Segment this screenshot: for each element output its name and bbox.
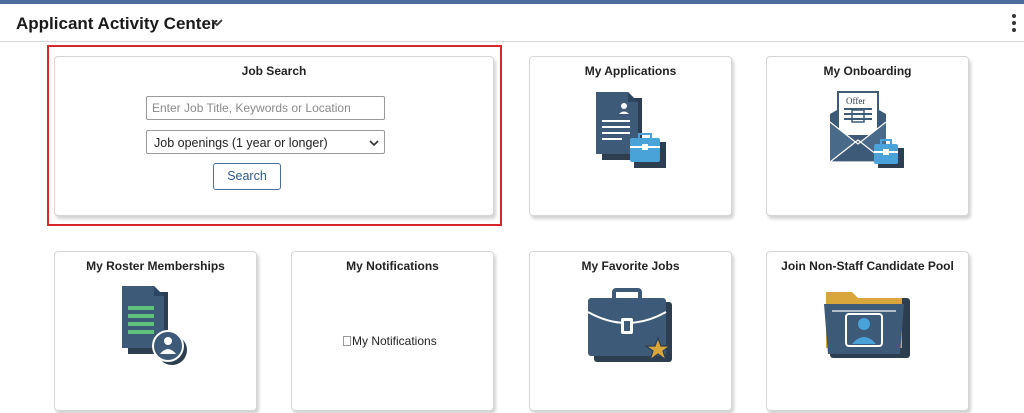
page-title[interactable]: Applicant Activity Center — [16, 14, 218, 34]
offer-text: Offer — [846, 96, 865, 106]
search-button[interactable]: Search — [213, 163, 281, 190]
page-header: Applicant Activity Center — [0, 4, 1024, 42]
job-type-select[interactable]: Job openings (1 year or longer) — [146, 130, 385, 154]
notifications-broken-image: My Notifications — [343, 334, 437, 348]
chevron-down-icon — [369, 140, 379, 147]
job-type-select-value: Job openings (1 year or longer) — [154, 136, 328, 150]
my-notifications-title: My Notifications — [346, 259, 439, 273]
broken-image-icon — [343, 336, 351, 346]
briefcase-star-icon — [587, 288, 672, 362]
my-notifications-tile[interactable]: My Notifications — [291, 251, 494, 411]
my-onboarding-title: My Onboarding — [823, 64, 912, 78]
offer-envelope-icon: Offer — [828, 91, 904, 168]
job-search-input[interactable] — [146, 96, 385, 120]
more-options-icon[interactable] — [1010, 14, 1018, 34]
my-roster-memberships-title: My Roster Memberships — [86, 259, 225, 273]
candidate-folder-icon — [824, 292, 910, 358]
join-candidate-pool-title: Join Non-Staff Candidate Pool — [781, 259, 954, 273]
notifications-alt-text: My Notifications — [352, 334, 437, 348]
application-document-icon — [596, 92, 666, 168]
roster-document-icon — [122, 286, 187, 365]
my-applications-title: My Applications — [584, 64, 677, 78]
chevron-down-icon[interactable] — [210, 16, 224, 30]
my-favorite-jobs-title: My Favorite Jobs — [581, 259, 680, 273]
